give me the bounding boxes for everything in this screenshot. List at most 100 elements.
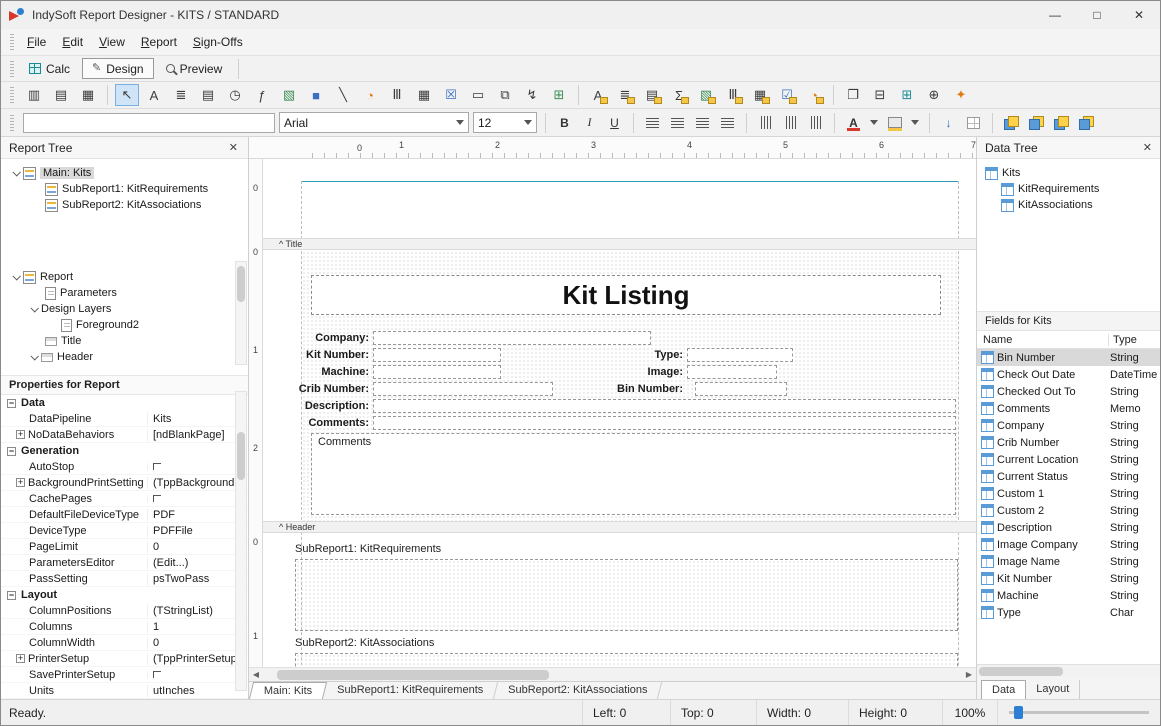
field-row[interactable]: Custom 2String [977, 502, 1161, 519]
dbchart-tool-icon[interactable]: ◔ [802, 84, 826, 106]
property-row[interactable]: CachePages [1, 491, 248, 507]
scrollbar-thumb[interactable] [237, 432, 245, 480]
type-field-box[interactable] [687, 348, 793, 362]
type-label[interactable]: Type: [613, 348, 683, 362]
close-panel-icon[interactable]: ✕ [227, 141, 240, 154]
font-color-dropdown-icon[interactable] [868, 112, 880, 133]
tree-item-report[interactable]: Report [1, 269, 248, 285]
maximize-button[interactable]: □ [1076, 1, 1118, 29]
scrollbar-thumb[interactable] [237, 266, 245, 302]
property-row[interactable]: DataPipelineKits [1, 411, 248, 427]
subreport2-box[interactable] [295, 653, 958, 667]
report-canvas[interactable]: ^ Title Kit Listing Company: Kit Number:… [263, 159, 976, 667]
font-color-button[interactable]: A [843, 112, 864, 133]
field-row[interactable]: Check Out DateDateTime [977, 366, 1161, 383]
toolbar-grip[interactable] [10, 34, 14, 50]
fill-color-dropdown-icon[interactable] [909, 112, 921, 133]
dbcheckbox-tool-icon[interactable]: ☑ [775, 84, 799, 106]
field-row[interactable]: Custom 1String [977, 485, 1161, 502]
column-type[interactable]: Type [1108, 334, 1161, 346]
field-row[interactable]: MachineString [977, 587, 1161, 604]
menu-sign-offs[interactable]: Sign-Offs [185, 31, 251, 53]
pagestyle-tool-icon[interactable]: ❐ [841, 84, 865, 106]
fill-color-button[interactable] [884, 112, 905, 133]
doc-tab-subreport2[interactable]: SubReport2: KitAssociations [494, 682, 663, 699]
menu-report[interactable]: Report [133, 31, 185, 53]
tab-data[interactable]: Data [981, 680, 1026, 699]
property-row[interactable]: PageLimit0 [1, 539, 248, 555]
underline-button[interactable]: U [604, 112, 625, 133]
property-row[interactable]: ParametersEditor(Edit...) [1, 555, 248, 571]
dbcalc-tool-icon[interactable]: Σ [667, 84, 691, 106]
tree-item-subreport1[interactable]: SubReport1: KitRequirements [13, 181, 248, 197]
description-label[interactable]: Description: [281, 399, 369, 413]
dbmemo-tool-icon[interactable]: ≣ [613, 84, 637, 106]
field-row[interactable]: Bin NumberString [977, 349, 1161, 366]
scrollbar-thumb[interactable] [979, 667, 1063, 676]
property-row[interactable]: SavePrinterSetup [1, 667, 248, 683]
tab-calc[interactable]: Calc [19, 58, 80, 79]
size-toolbar-icon[interactable]: ▥ [22, 84, 46, 106]
scroll-right-icon[interactable]: ▶ [962, 670, 976, 679]
zoom-slider[interactable] [997, 700, 1160, 725]
field-row[interactable]: CommentsMemo [977, 400, 1161, 417]
font-size-combo[interactable]: 12 [473, 112, 537, 133]
tree-item-header-band[interactable]: Header [1, 349, 248, 365]
toolbar-grip[interactable] [10, 115, 14, 131]
field-row[interactable]: Image CompanyString [977, 536, 1161, 553]
bin-number-label[interactable]: Bin Number: [613, 382, 683, 396]
dbrichtext-tool-icon[interactable]: ▤ [640, 84, 664, 106]
grid-options-button[interactable] [963, 112, 984, 133]
tree-item-foreground2[interactable]: Foreground2 [1, 317, 248, 333]
property-row[interactable]: NoDataBehaviors[ndBlankPage] [1, 427, 248, 443]
subreport1-label[interactable]: SubReport1: KitRequirements [295, 543, 441, 555]
properties-section-generation[interactable]: Generation [1, 443, 248, 459]
subreport-tool-icon[interactable]: ⧉ [493, 84, 517, 106]
report-title-label[interactable]: Kit Listing [311, 275, 941, 315]
tree-item-title-band[interactable]: Title [1, 333, 248, 349]
menu-file[interactable]: File [19, 31, 54, 53]
field-row[interactable]: Image NameString [977, 553, 1161, 570]
expand-icon[interactable] [16, 654, 25, 663]
align-bottom-icon[interactable] [805, 112, 826, 133]
checkbox-unchecked-icon[interactable] [153, 495, 161, 502]
field-row[interactable]: CompanyString [977, 417, 1161, 434]
checkbox-tool-icon[interactable]: ☒ [439, 84, 463, 106]
region-tool-icon[interactable]: ▭ [466, 84, 490, 106]
property-row[interactable]: BackgroundPrintSetting(TppBackgroundP [1, 475, 248, 491]
field-row[interactable]: Crib NumberString [977, 434, 1161, 451]
toolbar-grip[interactable] [10, 87, 14, 103]
object-name-input[interactable] [23, 113, 275, 133]
barcode2d-tool-icon[interactable]: ▦ [412, 84, 436, 106]
italic-button[interactable]: I [579, 112, 600, 133]
tree-item-design-layers[interactable]: Design Layers [1, 301, 248, 317]
tree-scrollbar[interactable] [235, 261, 247, 365]
kit-number-field-box[interactable] [373, 348, 501, 362]
pagebreak-tool-icon[interactable]: ↯ [520, 84, 544, 106]
description-field-box[interactable] [373, 399, 956, 413]
property-row[interactable]: PrinterSetup(TppPrinterSetup [1, 651, 248, 667]
align-middle-icon[interactable] [780, 112, 801, 133]
machine-field-box[interactable] [373, 365, 501, 379]
machine-label[interactable]: Machine: [281, 365, 369, 379]
property-row[interactable]: DefaultFileDeviceTypePDF [1, 507, 248, 523]
kit-number-label[interactable]: Kit Number: [281, 348, 369, 362]
send-backward-button[interactable] [1076, 112, 1097, 133]
subreport1-box[interactable] [295, 559, 958, 631]
barcode-tool-icon[interactable]: Ⅲ [385, 84, 409, 106]
subreport2-label[interactable]: SubReport2: KitAssociations [295, 637, 434, 649]
minimize-button[interactable]: — [1034, 1, 1076, 29]
image-label[interactable]: Image: [613, 365, 683, 379]
tab-layout[interactable]: Layout [1026, 680, 1080, 699]
crib-number-field-box[interactable] [373, 382, 553, 396]
align-toolbar-icon[interactable]: ▦ [76, 84, 100, 106]
canvas-horizontal-scrollbar[interactable]: ◀ ▶ [249, 667, 976, 681]
close-panel-icon[interactable]: ✕ [1141, 141, 1154, 154]
tree-item-kitrequirements[interactable]: KitRequirements [985, 181, 1161, 197]
tab-preview[interactable]: Preview [156, 58, 233, 79]
tree-item-parameters[interactable]: Parameters [1, 285, 248, 301]
align-right-icon[interactable] [692, 112, 713, 133]
checkbox-unchecked-icon[interactable] [153, 671, 161, 678]
property-row[interactable]: PassSettingpsTwoPass [1, 571, 248, 587]
company-label[interactable]: Company: [281, 331, 369, 345]
